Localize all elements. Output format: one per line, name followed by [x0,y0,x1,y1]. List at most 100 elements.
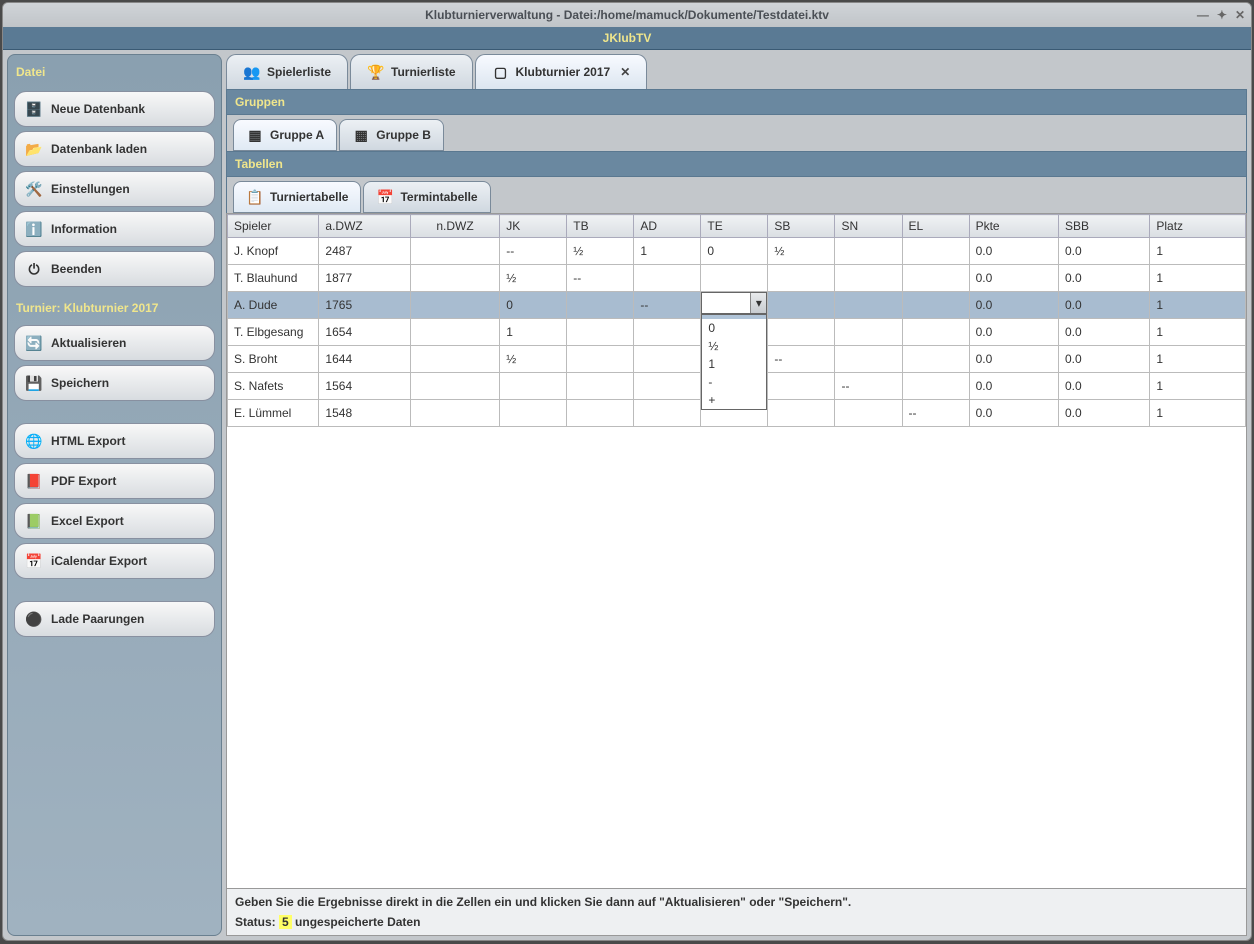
cell-pkte[interactable]: 0.0 [969,400,1058,427]
cell-platz[interactable]: 1 [1150,292,1246,319]
cell-te[interactable] [701,265,768,292]
cell-pkte[interactable]: 0.0 [969,319,1058,346]
cell-sbb[interactable]: 0.0 [1058,346,1149,373]
cell-ad[interactable] [634,400,701,427]
cell-sbb[interactable]: 0.0 [1058,292,1149,319]
group-tab-1[interactable]: ▦Gruppe B [339,119,444,151]
result-dropdown-input[interactable] [702,293,750,313]
sidebar-file-btn-0[interactable]: 🗄️Neue Datenbank [14,91,215,127]
sidebar-export-btn-3[interactable]: 📅iCalendar Export [14,543,215,579]
sidebar-export-btn-0[interactable]: 🌐HTML Export [14,423,215,459]
cell-pkte[interactable]: 0.0 [969,238,1058,265]
cell-tb[interactable] [567,319,634,346]
cell-ndwz[interactable] [410,292,499,319]
sidebar-tourn-btn-0[interactable]: 🔄Aktualisieren [14,325,215,361]
cell-ad[interactable] [634,373,701,400]
cell-sbb[interactable]: 0.0 [1058,400,1149,427]
cell-sn[interactable] [835,292,902,319]
cell-pkte[interactable]: 0.0 [969,265,1058,292]
cell-ndwz[interactable] [410,238,499,265]
cell-sb[interactable]: -- [768,346,835,373]
cell-te[interactable]: 0 [701,238,768,265]
sidebar-export-btn-2[interactable]: 📗Excel Export [14,503,215,539]
cell-spieler[interactable]: T. Elbgesang [228,319,319,346]
col-header-ad[interactable]: AD [634,215,701,238]
cell-adwz[interactable]: 1564 [319,373,410,400]
sidebar-misc-btn-0[interactable]: ⚫Lade Paarungen [14,601,215,637]
sidebar-file-btn-2[interactable]: 🛠️Einstellungen [14,171,215,207]
cell-sb[interactable] [768,292,835,319]
col-header-jk[interactable]: JK [500,215,567,238]
cell-ndwz[interactable] [410,400,499,427]
col-header-platz[interactable]: Platz [1150,215,1246,238]
chevron-down-icon[interactable]: ▾ [750,293,766,313]
cell-sb[interactable]: ½ [768,238,835,265]
cell-sb[interactable] [768,265,835,292]
cell-spieler[interactable]: S. Broht [228,346,319,373]
cell-sbb[interactable]: 0.0 [1058,373,1149,400]
sidebar-export-btn-1[interactable]: 📕PDF Export [14,463,215,499]
col-header-ndwz[interactable]: n.DWZ [410,215,499,238]
close-icon[interactable]: ✕ [1235,8,1245,22]
sidebar-file-btn-1[interactable]: 📂Datenbank laden [14,131,215,167]
sidebar-file-btn-3[interactable]: ℹ️Information [14,211,215,247]
cell-adwz[interactable]: 1654 [319,319,410,346]
cell-pkte[interactable]: 0.0 [969,292,1058,319]
cell-spieler[interactable]: T. Blauhund [228,265,319,292]
cell-sbb[interactable]: 0.0 [1058,265,1149,292]
result-dropdown[interactable]: ▾ [701,292,767,314]
col-header-te[interactable]: TE [701,215,768,238]
cell-sn[interactable]: -- [835,373,902,400]
cell-ndwz[interactable] [410,373,499,400]
cell-platz[interactable]: 1 [1150,265,1246,292]
cell-platz[interactable]: 1 [1150,400,1246,427]
cell-ndwz[interactable] [410,319,499,346]
col-header-sn[interactable]: SN [835,215,902,238]
cell-ad[interactable] [634,346,701,373]
cell-sn[interactable] [835,346,902,373]
group-tab-0[interactable]: ▦Gruppe A [233,119,337,151]
table-tab-1[interactable]: 📅Termintabelle [363,181,490,213]
main-tab-0[interactable]: 👥Spielerliste [226,54,348,89]
cell-pkte[interactable]: 0.0 [969,373,1058,400]
cell-jk[interactable]: 1 [500,319,567,346]
cell-sn[interactable] [835,265,902,292]
col-header-el[interactable]: EL [902,215,969,238]
col-header-sbb[interactable]: SBB [1058,215,1149,238]
cell-ad[interactable]: 1 [634,238,701,265]
cell-jk[interactable] [500,400,567,427]
cell-tb[interactable]: ½ [567,238,634,265]
dropdown-option[interactable]: 1 [702,355,766,373]
cell-sb[interactable] [768,373,835,400]
cell-jk[interactable]: -- [500,238,567,265]
titlebar[interactable]: Klubturnierverwaltung - Datei:/home/mamu… [3,3,1251,27]
cell-sn[interactable] [835,319,902,346]
cell-sn[interactable] [835,238,902,265]
cell-adwz[interactable]: 1548 [319,400,410,427]
col-header-adwz[interactable]: a.DWZ [319,215,410,238]
col-header-tb[interactable]: TB [567,215,634,238]
maximize-icon[interactable]: ✦ [1217,8,1227,22]
cell-ndwz[interactable] [410,346,499,373]
cell-te[interactable]: ▾0½1-+ [701,292,768,319]
cell-el[interactable] [902,346,969,373]
cell-el[interactable]: -- [902,400,969,427]
col-header-spieler[interactable]: Spieler [228,215,319,238]
cell-tb[interactable] [567,292,634,319]
cell-el[interactable] [902,319,969,346]
cell-jk[interactable] [500,373,567,400]
cell-adwz[interactable]: 1765 [319,292,410,319]
cell-tb[interactable] [567,400,634,427]
cell-sb[interactable] [768,400,835,427]
main-tab-2[interactable]: ▢Klubturnier 2017✕ [475,54,648,89]
col-header-pkte[interactable]: Pkte [969,215,1058,238]
sidebar-tourn-btn-1[interactable]: 💾Speichern [14,365,215,401]
cell-jk[interactable]: ½ [500,265,567,292]
cell-platz[interactable]: 1 [1150,346,1246,373]
cell-el[interactable] [902,265,969,292]
sidebar-file-btn-4[interactable]: ⏻Beenden [14,251,215,287]
cell-tb[interactable] [567,346,634,373]
minimize-icon[interactable]: — [1197,8,1209,22]
cell-sn[interactable] [835,400,902,427]
cell-jk[interactable]: ½ [500,346,567,373]
